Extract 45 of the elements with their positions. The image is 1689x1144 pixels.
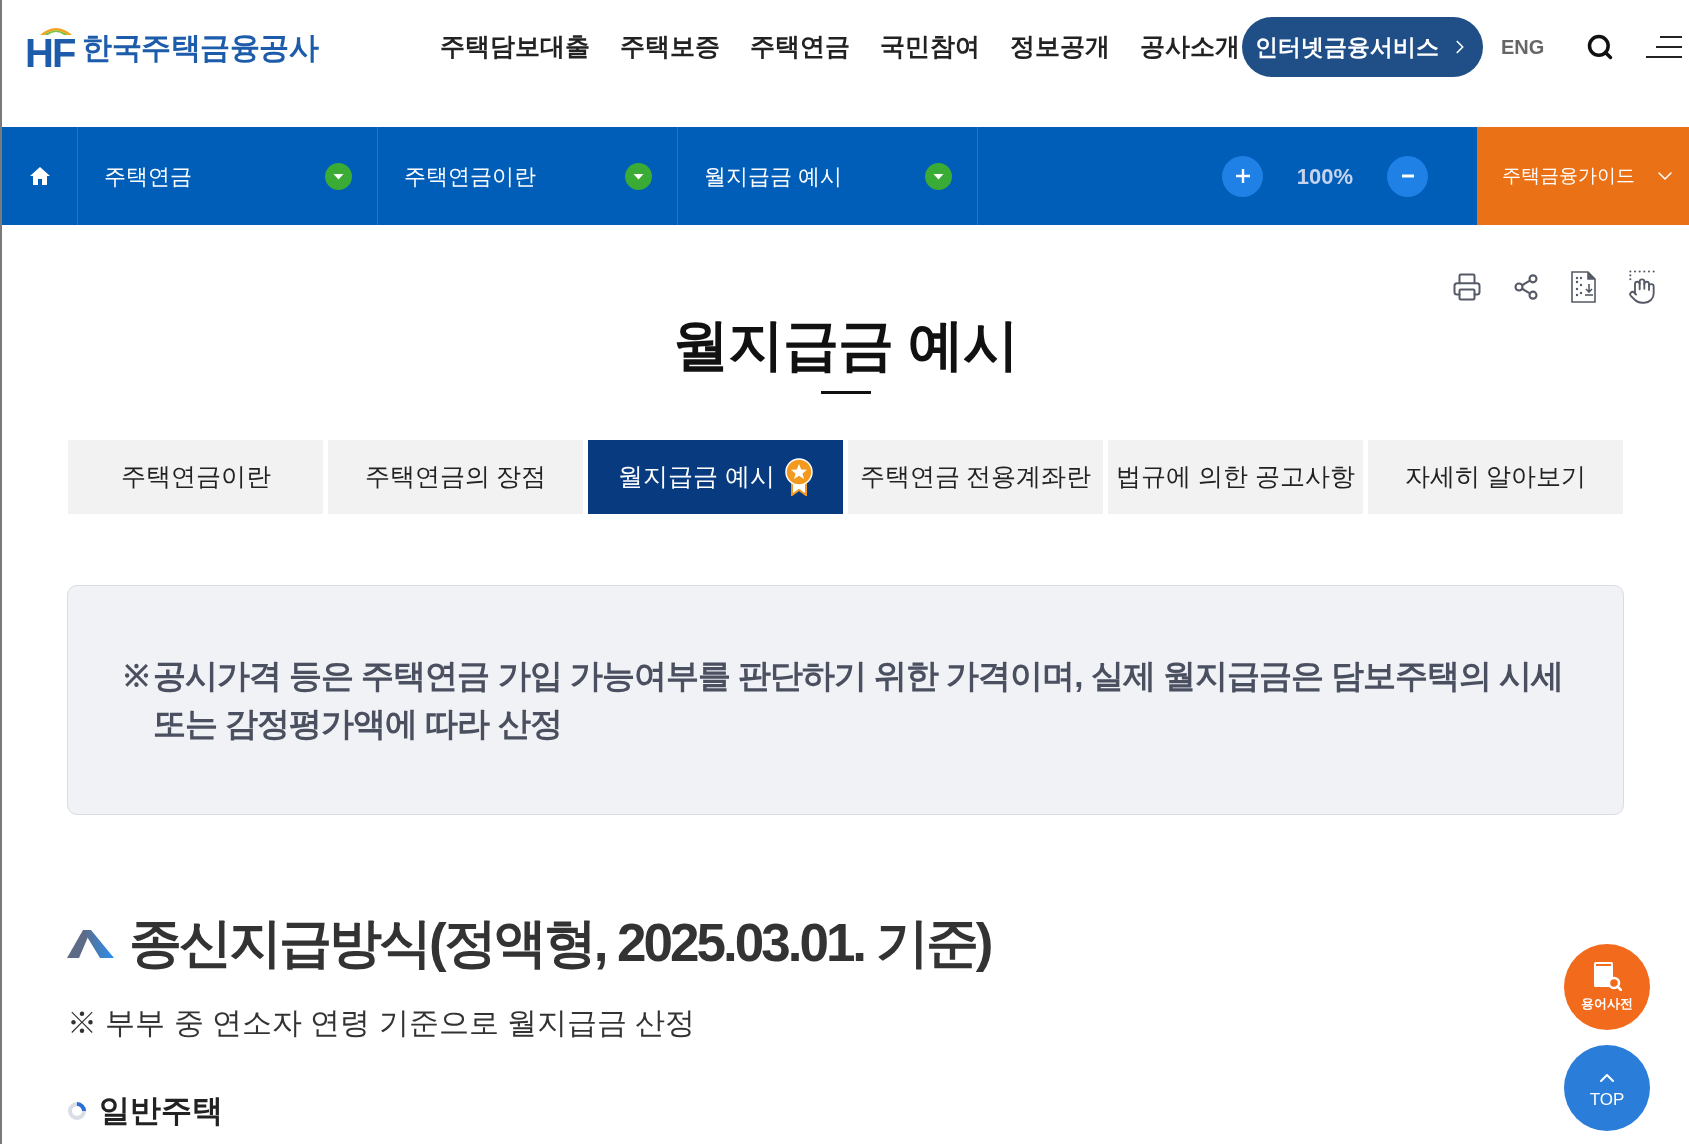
print-icon[interactable] <box>1452 271 1482 302</box>
section-mark-icon <box>67 927 114 958</box>
notice-mark: ※ <box>124 658 149 694</box>
nav-link[interactable]: 공사소개 <box>1140 28 1240 66</box>
tab[interactable]: 주택연금이란 <box>68 440 323 514</box>
zoom-level: 100% <box>1295 162 1355 191</box>
subheading: 일반주택 <box>99 1093 223 1129</box>
section-title: 종신지급방식(정액형, 2025.03.01. 기준) <box>129 912 991 974</box>
zoom-out-button[interactable] <box>1387 155 1428 197</box>
logo-text[interactable]: 한국주택금융공사 <box>82 24 319 70</box>
search-icon[interactable] <box>1586 33 1615 61</box>
dropdown-caret-icon[interactable] <box>325 162 352 190</box>
tab[interactable]: 월지급금 예시 <box>588 440 843 514</box>
nav-link[interactable]: 정보공개 <box>1010 28 1110 66</box>
nav-link[interactable]: 국민참여 <box>880 28 980 66</box>
location-item[interactable]: 주택연금이란 <box>404 159 536 193</box>
page-title: 월지급금 예시 <box>673 312 1018 378</box>
notice-text: 공시가격 등은 주택연금 가입 가능여부를 판단하기 위한 가격이며, 실제 월지급금은 담보주택의 시세 또는 감정평가액에 따라 산정 <box>153 656 1565 744</box>
ring-icon <box>67 1101 87 1121</box>
braille-hand-icon[interactable] <box>1628 269 1656 304</box>
share-icon[interactable] <box>1512 272 1540 301</box>
dropdown-caret-icon[interactable] <box>625 162 652 190</box>
location-item[interactable]: 월지급금 예시 <box>704 159 843 193</box>
minus-icon <box>1401 174 1414 178</box>
nav-link[interactable]: 주택보증 <box>620 28 720 66</box>
language-link[interactable]: ENG <box>1501 17 1545 77</box>
medal-icon <box>784 458 813 496</box>
location-item[interactable]: 주택연금 <box>104 159 192 193</box>
internet-service-button[interactable]: 인터넷금융서비스 <box>1242 17 1483 77</box>
home-icon[interactable] <box>28 166 51 186</box>
zoom-in-button[interactable] <box>1222 155 1263 197</box>
nav-link[interactable]: 주택연금 <box>750 28 850 66</box>
braille-download-icon[interactable] <box>1570 270 1598 303</box>
scroll-top-button[interactable]: TOP <box>1564 1045 1650 1131</box>
logo-mark[interactable]: HF <box>25 36 75 70</box>
plus-icon <box>1234 168 1251 184</box>
dropdown-caret-icon[interactable] <box>925 162 952 190</box>
menu-icon[interactable] <box>1646 35 1683 59</box>
nav-link[interactable]: 주택담보대출 <box>440 28 590 66</box>
book-search-icon <box>1592 960 1622 991</box>
tab[interactable]: 법규에 의한 공고사항 <box>1108 440 1363 514</box>
section-note: ※ 부부 중 연소자 연령 기준으로 월지급금 산정 <box>67 1005 696 1041</box>
tab[interactable]: 자세히 알아보기 <box>1368 440 1623 514</box>
tab[interactable]: 주택연금의 장점 <box>328 440 583 514</box>
tab[interactable]: 주택연금 전용계좌란 <box>848 440 1103 514</box>
